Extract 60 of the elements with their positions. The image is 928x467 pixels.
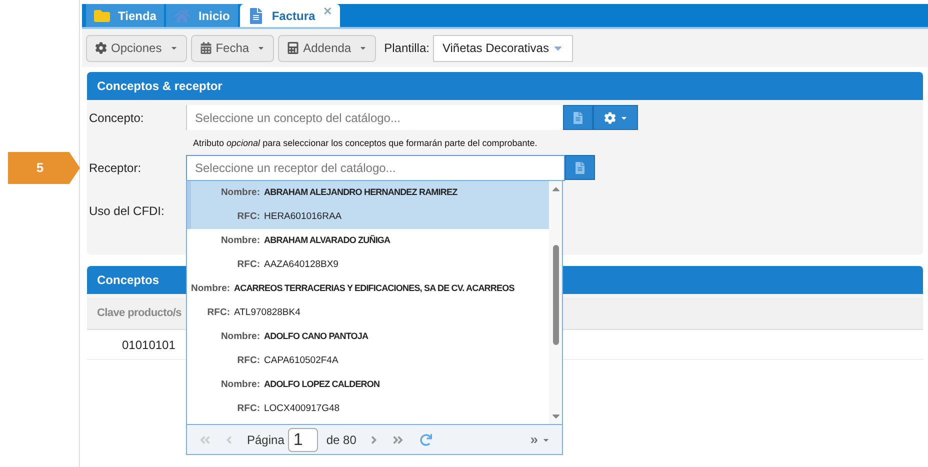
settings-dropdown-button[interactable] [593, 105, 638, 130]
rfc-label: RFC: [236, 210, 260, 224]
rfc-value: CAPA610502F4A [264, 354, 338, 368]
more-button[interactable]: » [530, 429, 550, 450]
calculator-icon [287, 42, 300, 54]
concept-input-field[interactable]: Seleccione un concepto del catálogo... [186, 105, 563, 130]
name-value: ADOLFO CANO PANTOJA [264, 330, 368, 344]
template-select[interactable]: Viñetas Decorativas [433, 34, 574, 62]
home-icon [174, 8, 190, 24]
settings-icon [604, 112, 616, 124]
field-label: Receptor: [89, 160, 142, 176]
rfc-label: RFC: [236, 354, 260, 368]
toolbar-dropdown-button[interactable]: Addenda [278, 34, 376, 62]
name-value: ABRAHAM ALEJANDRO HERNANDEZ RAMIREZ [264, 186, 458, 200]
field-label: Uso del CFDI: [89, 202, 164, 220]
step-badge: 5 [8, 152, 80, 184]
first-page-icon[interactable] [199, 434, 211, 446]
rfc-value: LOCX400917G48 [264, 402, 340, 416]
receptor-option[interactable]: Nombre: ABRAHAM ALEJANDRO HERNANDEZ RAMIREZ RFC: HERA601016RAA [187, 181, 549, 229]
tab[interactable]: Inicio [166, 4, 238, 27]
page-label: Página [247, 432, 284, 448]
name-label: Nombre: [220, 378, 260, 392]
scroll-thumb[interactable] [552, 245, 558, 345]
name-label: Nombre: [191, 282, 230, 296]
toolbar-dropdown-button[interactable]: Opciones [86, 34, 187, 62]
toolbar-dropdown-button[interactable]: Fecha [190, 34, 274, 62]
rfc-value: HERA601016RAA [264, 210, 342, 224]
tab[interactable]: Factura ✕ [240, 4, 340, 27]
name-value: ADOLFO LOPEZ CALDERON [264, 378, 380, 392]
name-label: Nombre: [220, 186, 260, 200]
template-label: Plantilla: [384, 40, 430, 57]
folder-icon [94, 8, 110, 24]
hint-text: Atributo opcional para seleccionar los conceptos que formarán parte del comprobante. [193, 137, 538, 150]
page-input-field[interactable]: 1 [288, 428, 318, 452]
receptor-input-field[interactable]: Seleccione un receptor del catálogo... [186, 154, 565, 180]
caret-icon [170, 44, 178, 52]
calendar-icon [200, 42, 212, 54]
caret-icon [257, 44, 266, 52]
last-page-icon[interactable] [392, 434, 404, 446]
add-document-icon [572, 112, 584, 124]
settings-icon [95, 42, 107, 54]
name-label: Nombre: [220, 330, 260, 344]
scrollbar[interactable] [549, 181, 562, 424]
add-document-button[interactable] [565, 155, 595, 180]
add-document-icon [574, 162, 586, 174]
name-label: Nombre: [220, 234, 260, 248]
panel-header: Conceptos & receptor [87, 72, 923, 100]
caret-icon [359, 44, 368, 52]
rfc-label: RFC: [236, 402, 260, 416]
table-cell-text: 01010101 [122, 336, 176, 354]
name-value: ABRAHAM ALVARADO ZUÑIGA [264, 234, 390, 248]
rfc-label: RFC: [206, 306, 230, 320]
add-document-button[interactable] [563, 105, 593, 130]
name-value: ACARREOS TERRACERIAS Y EDIFICACIONES, SA DE CV. ACARREOS [234, 282, 514, 296]
rfc-value: ATL970828BK4 [234, 306, 300, 320]
refresh-icon[interactable] [420, 434, 432, 446]
tab[interactable]: Tienda [86, 4, 164, 27]
document-icon [248, 8, 264, 24]
page-total: de 80 [326, 432, 356, 448]
field-label: Concepto: [89, 110, 145, 126]
